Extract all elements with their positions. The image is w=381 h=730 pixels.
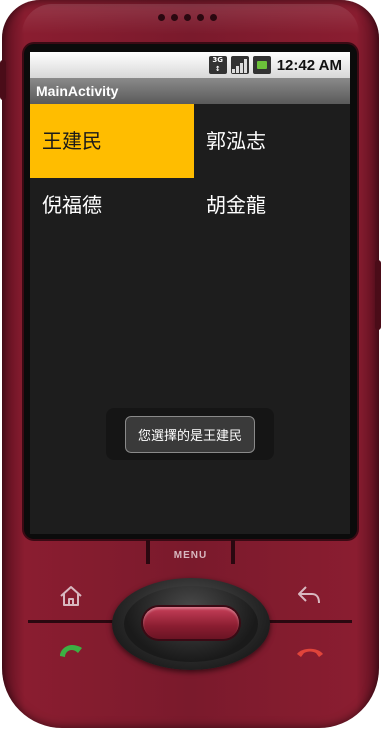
home-icon[interactable] <box>58 584 84 608</box>
grid-item[interactable]: 胡金龍 <box>194 168 350 242</box>
divider-right <box>262 620 352 623</box>
grid-item[interactable]: 倪福德 <box>30 168 194 242</box>
end-call-icon[interactable] <box>294 642 326 660</box>
divider-left <box>28 620 118 623</box>
toast-popup: 您選擇的是王建民 <box>106 408 274 460</box>
status-bar: 3G ↕ 12:42 AM <box>30 52 350 78</box>
side-button-right[interactable] <box>375 260 381 330</box>
call-icon[interactable] <box>56 640 86 664</box>
signal-icon <box>230 56 249 74</box>
device-screen: 3G ↕ 12:42 AM MainActivity 王建民 郭泓志 倪福德 胡金… <box>30 52 350 534</box>
back-icon[interactable] <box>296 584 322 606</box>
app-title-bar: MainActivity <box>30 78 350 104</box>
battery-icon <box>252 56 271 74</box>
trackball-button[interactable] <box>143 607 239 639</box>
speaker-grille <box>158 14 217 21</box>
side-button-left[interactable] <box>0 60 6 100</box>
3g-icon: 3G ↕ <box>208 56 227 74</box>
menu-button[interactable]: MENU <box>0 550 381 561</box>
grid-item[interactable]: 王建民 <box>30 104 194 178</box>
status-clock: 12:42 AM <box>276 56 342 74</box>
toast-message: 您選擇的是王建民 <box>124 415 255 453</box>
grid-item[interactable]: 郭泓志 <box>194 104 350 178</box>
